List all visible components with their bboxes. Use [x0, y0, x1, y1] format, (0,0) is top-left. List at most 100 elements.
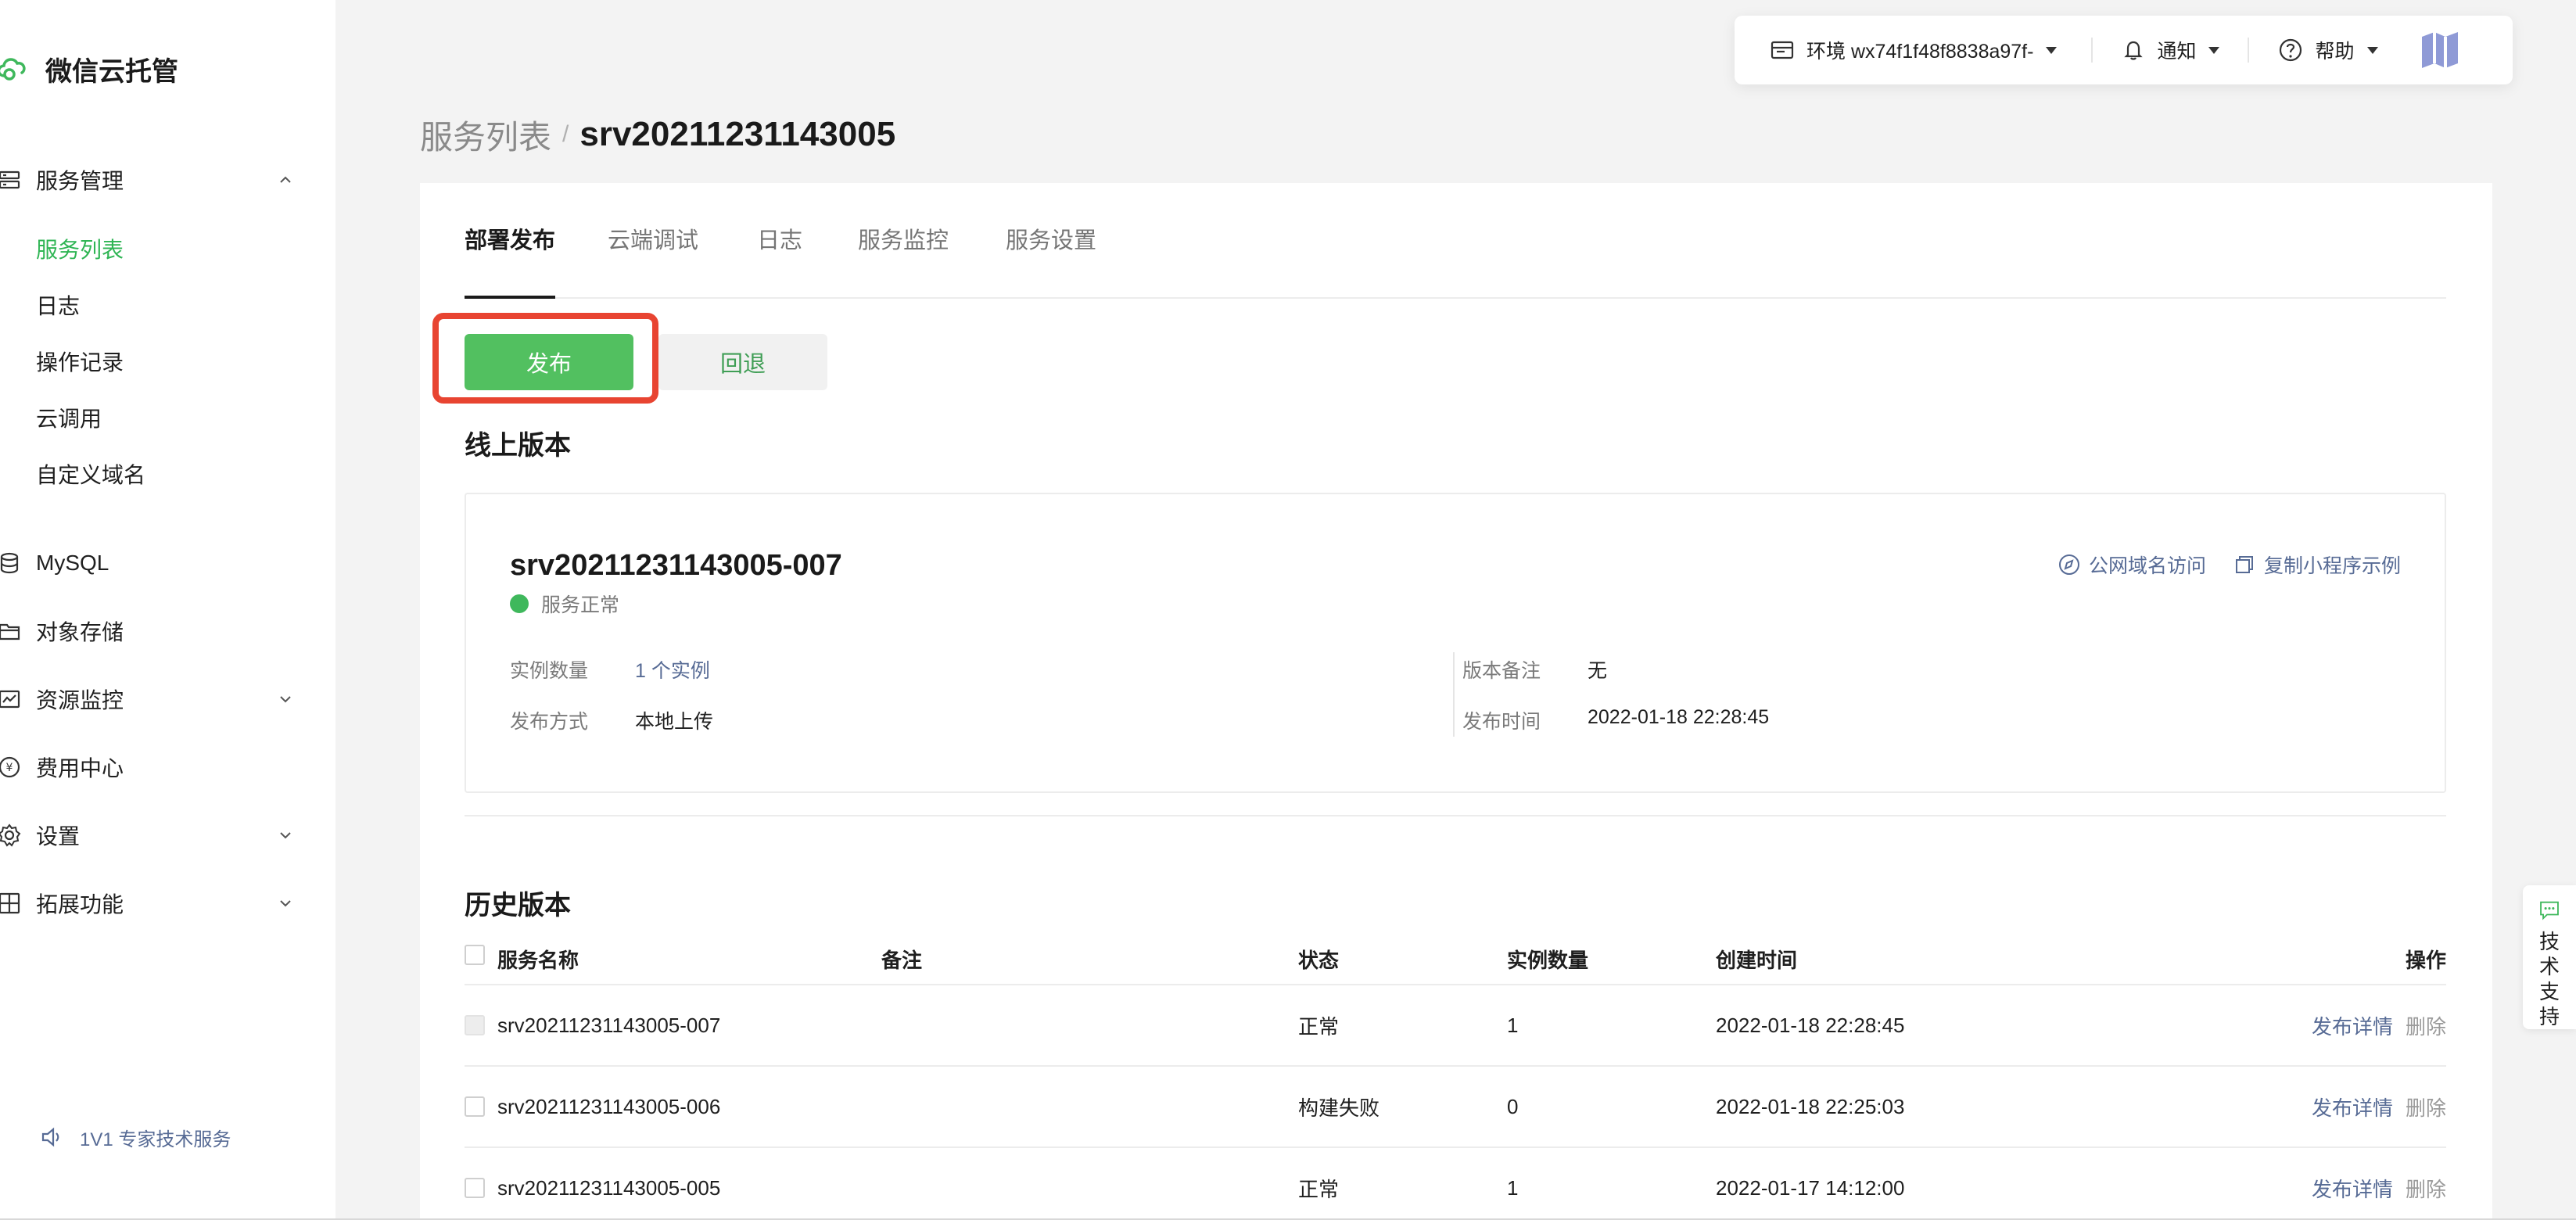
sidebar-item-operation-records[interactable]: 操作记录: [36, 339, 124, 383]
online-version-card: srv20211231143005-007 服务正常 公网域名访问 复制小程序示…: [465, 493, 2446, 793]
highlight-annotation: [432, 313, 658, 404]
divider: [465, 815, 2446, 816]
database-icon: [0, 552, 19, 574]
notification-menu[interactable]: 通知: [2121, 16, 2220, 84]
column-header: 创建时间: [1716, 949, 1798, 972]
speaker-icon: [41, 1127, 59, 1147]
brand[interactable]: 微信云托管: [0, 47, 178, 91]
status-dot: [510, 594, 529, 613]
book-logo-icon: [2421, 32, 2458, 68]
tab-logs[interactable]: 日志: [757, 217, 802, 264]
rollback-button[interactable]: 回退: [658, 334, 827, 390]
card-actions: 公网域名访问 复制小程序示例: [2031, 551, 2401, 579]
chevron-down-icon: [280, 832, 291, 839]
tab-monitor[interactable]: 服务监控: [858, 217, 949, 264]
expert-support-link[interactable]: 1V1 专家技术服务: [39, 1120, 231, 1154]
row-created: 2022-01-18 22:28:45: [1716, 1013, 1905, 1037]
version-name: srv20211231143005-007: [510, 549, 842, 582]
table-row: srv20211231143005-006 构建失败 0 2022-01-18 …: [465, 1067, 2446, 1148]
divider: [1453, 652, 1455, 737]
delete-link[interactable]: 删除: [2406, 1174, 2446, 1203]
public-domain-link[interactable]: 公网域名访问: [2058, 551, 2206, 579]
bell-icon: [2124, 41, 2144, 60]
publish-detail-link[interactable]: 发布详情: [2312, 1011, 2393, 1040]
tab-bar: 部署发布 云端调试 日志 服务监控 服务设置: [465, 183, 2446, 299]
help-menu[interactable]: 帮助: [2277, 16, 2378, 84]
page-title: srv20211231143005: [579, 115, 896, 153]
row-checkbox[interactable]: [465, 1178, 485, 1198]
row-name: srv20211231143005-007: [497, 1013, 721, 1037]
svg-text:¥: ¥: [6, 762, 13, 774]
breadcrumb-separator: /: [562, 121, 569, 147]
caret-down-icon: [2366, 46, 2378, 54]
nav-group-billing[interactable]: ¥ 费用中心: [0, 744, 335, 791]
cloud-logo-icon: [0, 58, 26, 81]
tab-deploy[interactable]: 部署发布: [465, 217, 555, 264]
nav-group-settings[interactable]: 设置: [0, 812, 335, 859]
column-header: 服务名称: [497, 949, 579, 972]
chevron-up-icon: [280, 176, 291, 183]
nav-group-object-storage[interactable]: 对象存储: [0, 608, 335, 655]
gear-icon: [0, 824, 21, 847]
publish-detail-link[interactable]: 发布详情: [2312, 1093, 2393, 1121]
row-status: 构建失败: [1298, 1096, 1380, 1120]
delete-link[interactable]: 删除: [2406, 1011, 2446, 1040]
chat-icon: [2540, 901, 2559, 920]
row-created: 2022-01-18 22:25:03: [1716, 1094, 1905, 1118]
method-field: 发布方式 本地上传: [510, 711, 714, 733]
table-row: srv20211231143005-005 正常 1 2022-01-17 14…: [465, 1148, 2446, 1220]
tab-settings[interactable]: 服务设置: [1006, 217, 1096, 264]
table-header: 服务名称 备注 状态 实例数量 创建时间 操作: [465, 940, 2446, 985]
remark-field: 版本备注 无: [1462, 660, 1608, 682]
nav-group-resource-monitor[interactable]: 资源监控: [0, 676, 335, 723]
row-checkbox[interactable]: [465, 1015, 485, 1035]
column-header: 实例数量: [1507, 949, 1589, 972]
history-version-title: 历史版本: [465, 891, 571, 920]
app-name: 微信云托管: [45, 56, 178, 87]
folder-icon: [0, 623, 20, 640]
instances-link[interactable]: 1 个实例: [635, 655, 710, 684]
nav-group-extensions[interactable]: 拓展功能: [0, 880, 335, 927]
row-checkbox[interactable]: [465, 1096, 485, 1117]
service-icon: [0, 170, 20, 189]
nav-group-service[interactable]: 服务管理: [0, 156, 335, 203]
sidebar-item-cloud-call[interactable]: 云调用: [36, 396, 102, 440]
tab-cloud-debug[interactable]: 云端调试: [608, 217, 698, 264]
environment-icon: [1771, 41, 1794, 59]
sidebar: 微信云托管 服务管理 服务列表 日志 操作记录 云调用 自定义域名 MySQL …: [0, 0, 335, 1220]
copy-example-link[interactable]: 复制小程序示例: [2233, 551, 2401, 579]
instances-field: 实例数量 1 个实例: [510, 655, 710, 684]
chevron-down-icon: [280, 900, 291, 907]
row-created: 2022-01-17 14:12:00: [1716, 1175, 1905, 1200]
publish-detail-link[interactable]: 发布详情: [2312, 1174, 2393, 1203]
sidebar-item-service-list[interactable]: 服务列表: [36, 227, 124, 271]
breadcrumb-parent[interactable]: 服务列表: [420, 111, 551, 159]
sidebar-item-logs[interactable]: 日志: [36, 283, 80, 327]
row-status: 正常: [1298, 1014, 1340, 1039]
row-name: srv20211231143005-005: [497, 1175, 721, 1200]
nav-group-mysql[interactable]: MySQL: [0, 540, 335, 587]
active-tab-indicator: [465, 296, 555, 299]
row-instances: 1: [1507, 1013, 1519, 1037]
row-instances: 0: [1507, 1094, 1519, 1118]
history-table: 服务名称 备注 状态 实例数量 创建时间 操作 srv2021123114300…: [465, 940, 2446, 1220]
user-avatar[interactable]: [2417, 16, 2463, 84]
table-row: srv20211231143005-007 正常 1 2022-01-18 22…: [465, 985, 2446, 1067]
sidebar-item-custom-domain[interactable]: 自定义域名: [36, 452, 145, 496]
breadcrumb: 服务列表 / srv20211231143005: [420, 109, 895, 160]
compass-icon: [2058, 554, 2079, 575]
delete-link[interactable]: 删除: [2406, 1093, 2446, 1121]
column-header: 状态: [1298, 949, 1340, 972]
column-header: 备注: [881, 949, 923, 972]
caret-down-icon: [2208, 46, 2220, 54]
tech-support-label: 技术支持: [2538, 930, 2560, 1028]
status-badge: 服务正常: [510, 590, 619, 618]
env-selector[interactable]: 环境 wx74f1f48f8838a97f-: [1769, 16, 2058, 84]
divider: [2091, 38, 2093, 63]
divider: [2248, 38, 2250, 63]
tech-support-float-button[interactable]: 技术支持: [2523, 885, 2576, 1029]
select-all-checkbox[interactable]: [465, 945, 485, 965]
column-header: 操作: [2405, 949, 2446, 972]
row-name: srv20211231143005-006: [497, 1094, 721, 1118]
online-version-title: 线上版本: [465, 431, 571, 461]
